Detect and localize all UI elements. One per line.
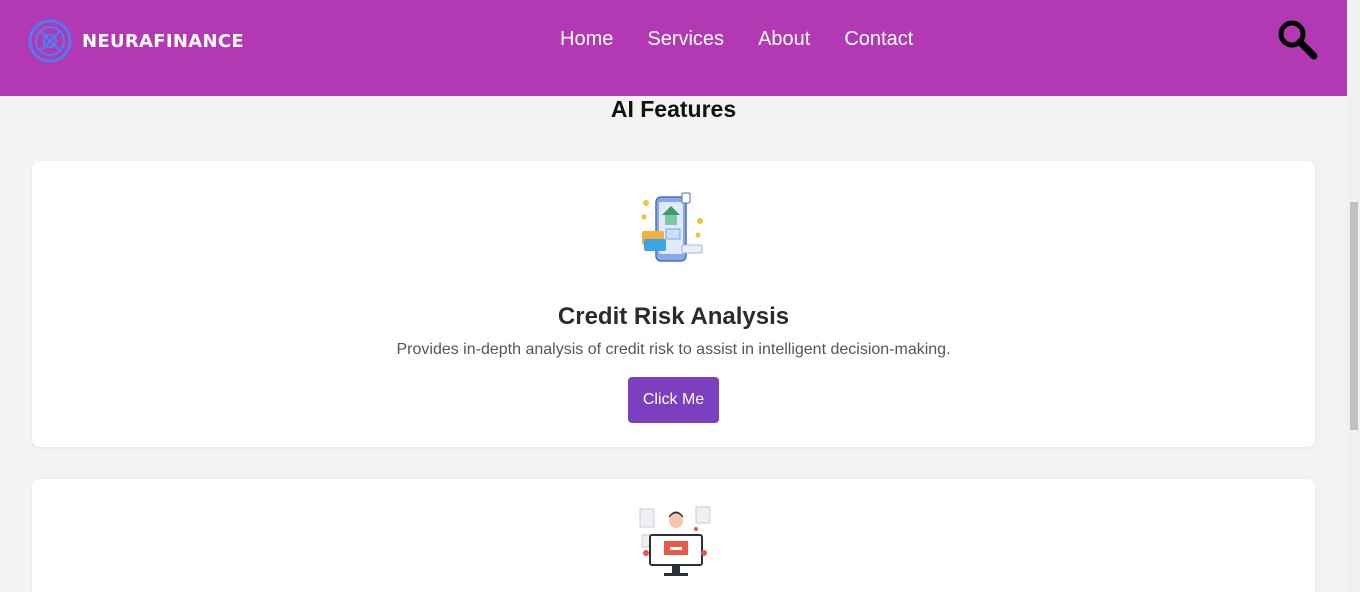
click-me-button[interactable]: Click Me xyxy=(628,377,719,423)
mobile-banking-illustration-icon xyxy=(641,192,703,262)
search-icon xyxy=(1278,20,1318,60)
nav-item-contact[interactable]: Contact xyxy=(844,28,913,51)
site-header: NEURAFINANCE Home Services About Contact xyxy=(0,0,1347,96)
brand-logo[interactable]: NEURAFINANCE xyxy=(28,19,244,63)
page-scrollbar[interactable] xyxy=(1347,0,1360,592)
nav-item-home[interactable]: Home xyxy=(560,28,613,51)
scrollbar-thumb[interactable] xyxy=(1350,202,1358,430)
card-title: Credit Risk Analysis xyxy=(557,303,790,330)
analyst-dashboard-illustration-icon xyxy=(639,506,711,576)
main-nav: Home Services About Contact xyxy=(560,28,947,51)
search-button[interactable] xyxy=(1276,18,1320,62)
brand-name: NEURAFINANCE xyxy=(82,30,244,52)
feature-card: Credit Risk Analysis Provides in-depth a… xyxy=(32,161,1315,447)
section-title: AI Features xyxy=(610,96,737,122)
neural-ring-logo-icon xyxy=(28,19,72,63)
nav-item-services[interactable]: Services xyxy=(647,28,724,51)
nav-item-about[interactable]: About xyxy=(758,28,810,51)
card-description: Provides in-depth analysis of credit ris… xyxy=(396,341,951,358)
feature-card xyxy=(32,479,1315,592)
